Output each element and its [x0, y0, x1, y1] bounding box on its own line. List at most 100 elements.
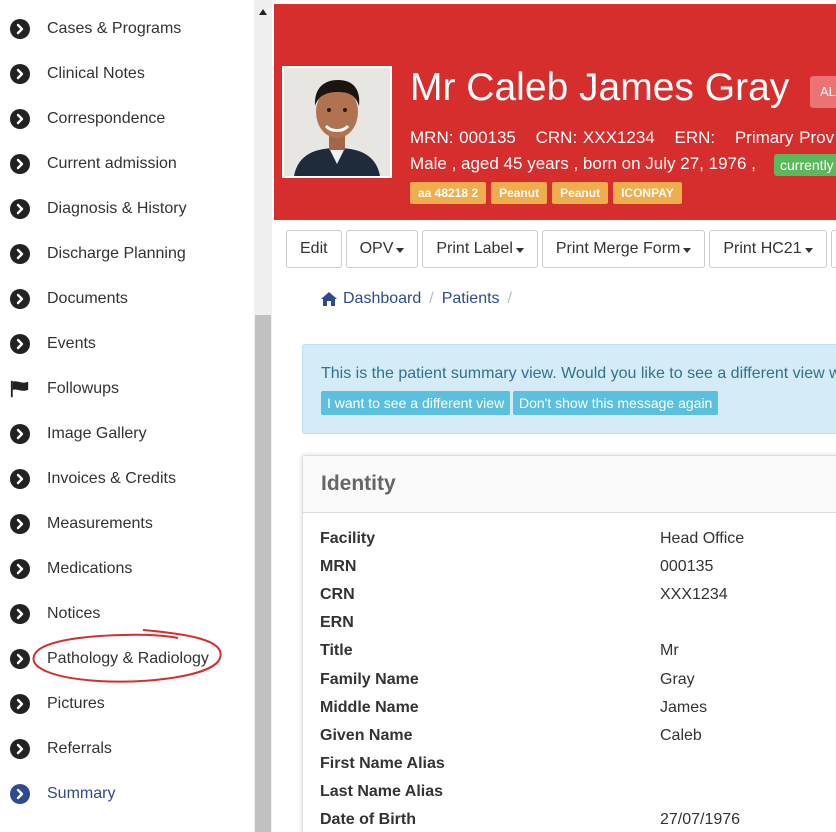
sidebar-item[interactable]: Notices	[0, 591, 254, 636]
patient-avatar	[282, 66, 392, 178]
main-content: Mr Caleb James Gray AL MRN: 000135 CRN: …	[273, 0, 836, 832]
toolbar-button[interactable]: Print Label	[422, 230, 538, 268]
toolbar-button[interactable]: OPV	[345, 230, 419, 268]
identity-row: Last Name Alias	[303, 783, 836, 811]
sidebar-item-label: Followups	[47, 379, 120, 397]
identity-row-label: MRN	[320, 558, 357, 576]
identity-row-label: Given Name	[320, 726, 413, 744]
sidebar-item[interactable]: Clinical Notes	[0, 51, 254, 96]
sidebar-item[interactable]: Diagnosis & History	[0, 186, 254, 231]
dismiss-message-button[interactable]: Don't show this message again	[513, 391, 719, 415]
toolbar-button[interactable]: Print HC21	[709, 230, 827, 268]
chevron-circle-right-icon	[10, 288, 30, 309]
sidebar-item-label: Image Gallery	[47, 424, 147, 442]
sidebar-item[interactable]: Referrals	[0, 726, 254, 771]
sidebar-item[interactable]: Cases & Programs	[0, 6, 254, 51]
identity-row-value: James	[660, 698, 708, 716]
sidebar-item[interactable]: Pathology & Radiology	[0, 636, 254, 681]
identity-row: Title Mr	[303, 642, 836, 670]
sidebar-item[interactable]: Correspondence	[0, 96, 254, 141]
mrn-text: MRN: 000135	[410, 128, 516, 147]
identity-row: ERN	[303, 614, 836, 642]
sidebar-item[interactable]: Measurements	[0, 501, 254, 546]
sidebar-nav: Cases & Programs Clinical Notes Correspond…	[0, 0, 254, 832]
identity-row: Middle Name James	[303, 699, 836, 727]
chevron-circle-right-icon	[10, 108, 30, 129]
identity-row-label: Facility	[320, 530, 376, 547]
patient-tag[interactable]: Peanut	[491, 182, 548, 204]
toolbar-button-label: Edit	[300, 240, 328, 257]
different-view-button[interactable]: I want to see a different view	[321, 391, 511, 415]
identity-row-value: 000135	[660, 558, 714, 576]
breadcrumb-separator: /	[507, 290, 512, 307]
breadcrumb-dashboard-link[interactable]: Dashboard	[343, 290, 421, 308]
sidebar-item[interactable]: Discharge Planning	[0, 231, 254, 276]
chevron-circle-right-icon	[10, 648, 30, 669]
sidebar-item-label: Current admission	[47, 154, 177, 172]
sidebar-item[interactable]: Current admission	[0, 141, 254, 186]
identity-panel: Identity Facility Head Office MRN 000135 CRN…	[302, 455, 836, 832]
flag-icon	[10, 379, 30, 399]
sidebar-scrollbar[interactable]	[254, 0, 272, 832]
identity-row-value: 27/07/1976	[660, 811, 741, 828]
sidebar-item-label: Medications	[47, 559, 133, 577]
identity-row-value: Head Office	[660, 530, 745, 547]
patient-identifiers: MRN: 000135 CRN: XXX1234 ERN: Primary Pr…	[410, 128, 836, 148]
chevron-circle-right-icon	[10, 198, 30, 219]
chevron-circle-right-icon	[10, 333, 30, 354]
scroll-up-arrow-icon[interactable]	[254, 8, 272, 22]
chevron-circle-right-icon	[10, 558, 30, 579]
alert-badge[interactable]: AL	[810, 76, 836, 108]
patient-name: Mr Caleb James Gray	[410, 66, 790, 109]
sidebar-item[interactable]: Summary	[0, 771, 254, 816]
identity-row: MRN 000135	[303, 558, 836, 586]
sidebar-item[interactable]: Documents	[0, 276, 254, 321]
toolbar-button-label: Print HC21	[723, 240, 802, 257]
sidebar-item[interactable]: Invoices & Credits	[0, 456, 254, 501]
toolbar-button-label: Print Merge Form	[555, 240, 681, 257]
sidebar-item[interactable]: Image Gallery	[0, 411, 254, 456]
identity-row: First Name Alias	[303, 755, 836, 783]
sidebar-item[interactable]: Followups	[0, 366, 254, 411]
toolbar-button-label: OPV	[359, 240, 394, 257]
chevron-circle-right-icon	[10, 63, 30, 84]
identity-row-value: XXX1234	[660, 586, 728, 604]
scrollbar-thumb[interactable]	[255, 315, 271, 832]
chevron-circle-right-icon	[10, 153, 30, 174]
identity-row: CRN XXX1234	[303, 586, 836, 614]
toolbar-button[interactable]: Edit	[286, 230, 342, 268]
chevron-circle-right-icon	[10, 18, 30, 39]
sidebar-item[interactable]: Medications	[0, 546, 254, 591]
info-message: This is the patient summary view. Would …	[321, 365, 836, 382]
identity-row-label: First Name Alias	[320, 754, 445, 772]
breadcrumb: Dashboard / Patients /	[320, 290, 520, 308]
patient-tag[interactable]: Peanut	[552, 182, 609, 204]
sidebar-item-label: Correspondence	[47, 109, 166, 127]
info-alert: This is the patient summary view. Would …	[302, 344, 836, 434]
chevron-circle-right-icon	[10, 468, 30, 489]
patient-demographics: Male , aged 45 years , born on July 27, …	[410, 154, 756, 173]
sidebar-item-label: Summary	[47, 784, 116, 802]
sidebar-item[interactable]: Events	[0, 321, 254, 366]
identity-row: Given Name Caleb	[303, 727, 836, 755]
chevron-circle-right-icon	[10, 693, 30, 714]
breadcrumb-separator: /	[429, 290, 434, 307]
patient-tag[interactable]: aa 48218 2	[410, 182, 487, 204]
breadcrumb-patients-link[interactable]: Patients	[442, 290, 500, 308]
caret-down-icon	[804, 247, 813, 253]
chevron-circle-right-icon	[10, 738, 30, 759]
identity-row-label: Date of Birth	[320, 811, 416, 828]
identity-row: Family Name Gray	[303, 671, 836, 699]
identity-title: Identity	[321, 472, 396, 495]
sidebar-item-label: Clinical Notes	[47, 64, 145, 82]
sidebar-item[interactable]: Pictures	[0, 681, 254, 726]
caret-down-icon	[683, 247, 692, 253]
patient-tag[interactable]: ICONPAY	[613, 182, 682, 204]
provider-text: Primary Prov	[734, 128, 835, 147]
home-icon[interactable]	[320, 291, 338, 307]
toolbar-button[interactable]: Print Merge Form	[541, 230, 706, 268]
toolbar-button-more[interactable]	[830, 230, 836, 268]
identity-row-label: Family Name	[320, 670, 419, 688]
identity-row-label: Last Name Alias	[320, 782, 444, 800]
identity-row-value: Mr	[660, 642, 679, 660]
